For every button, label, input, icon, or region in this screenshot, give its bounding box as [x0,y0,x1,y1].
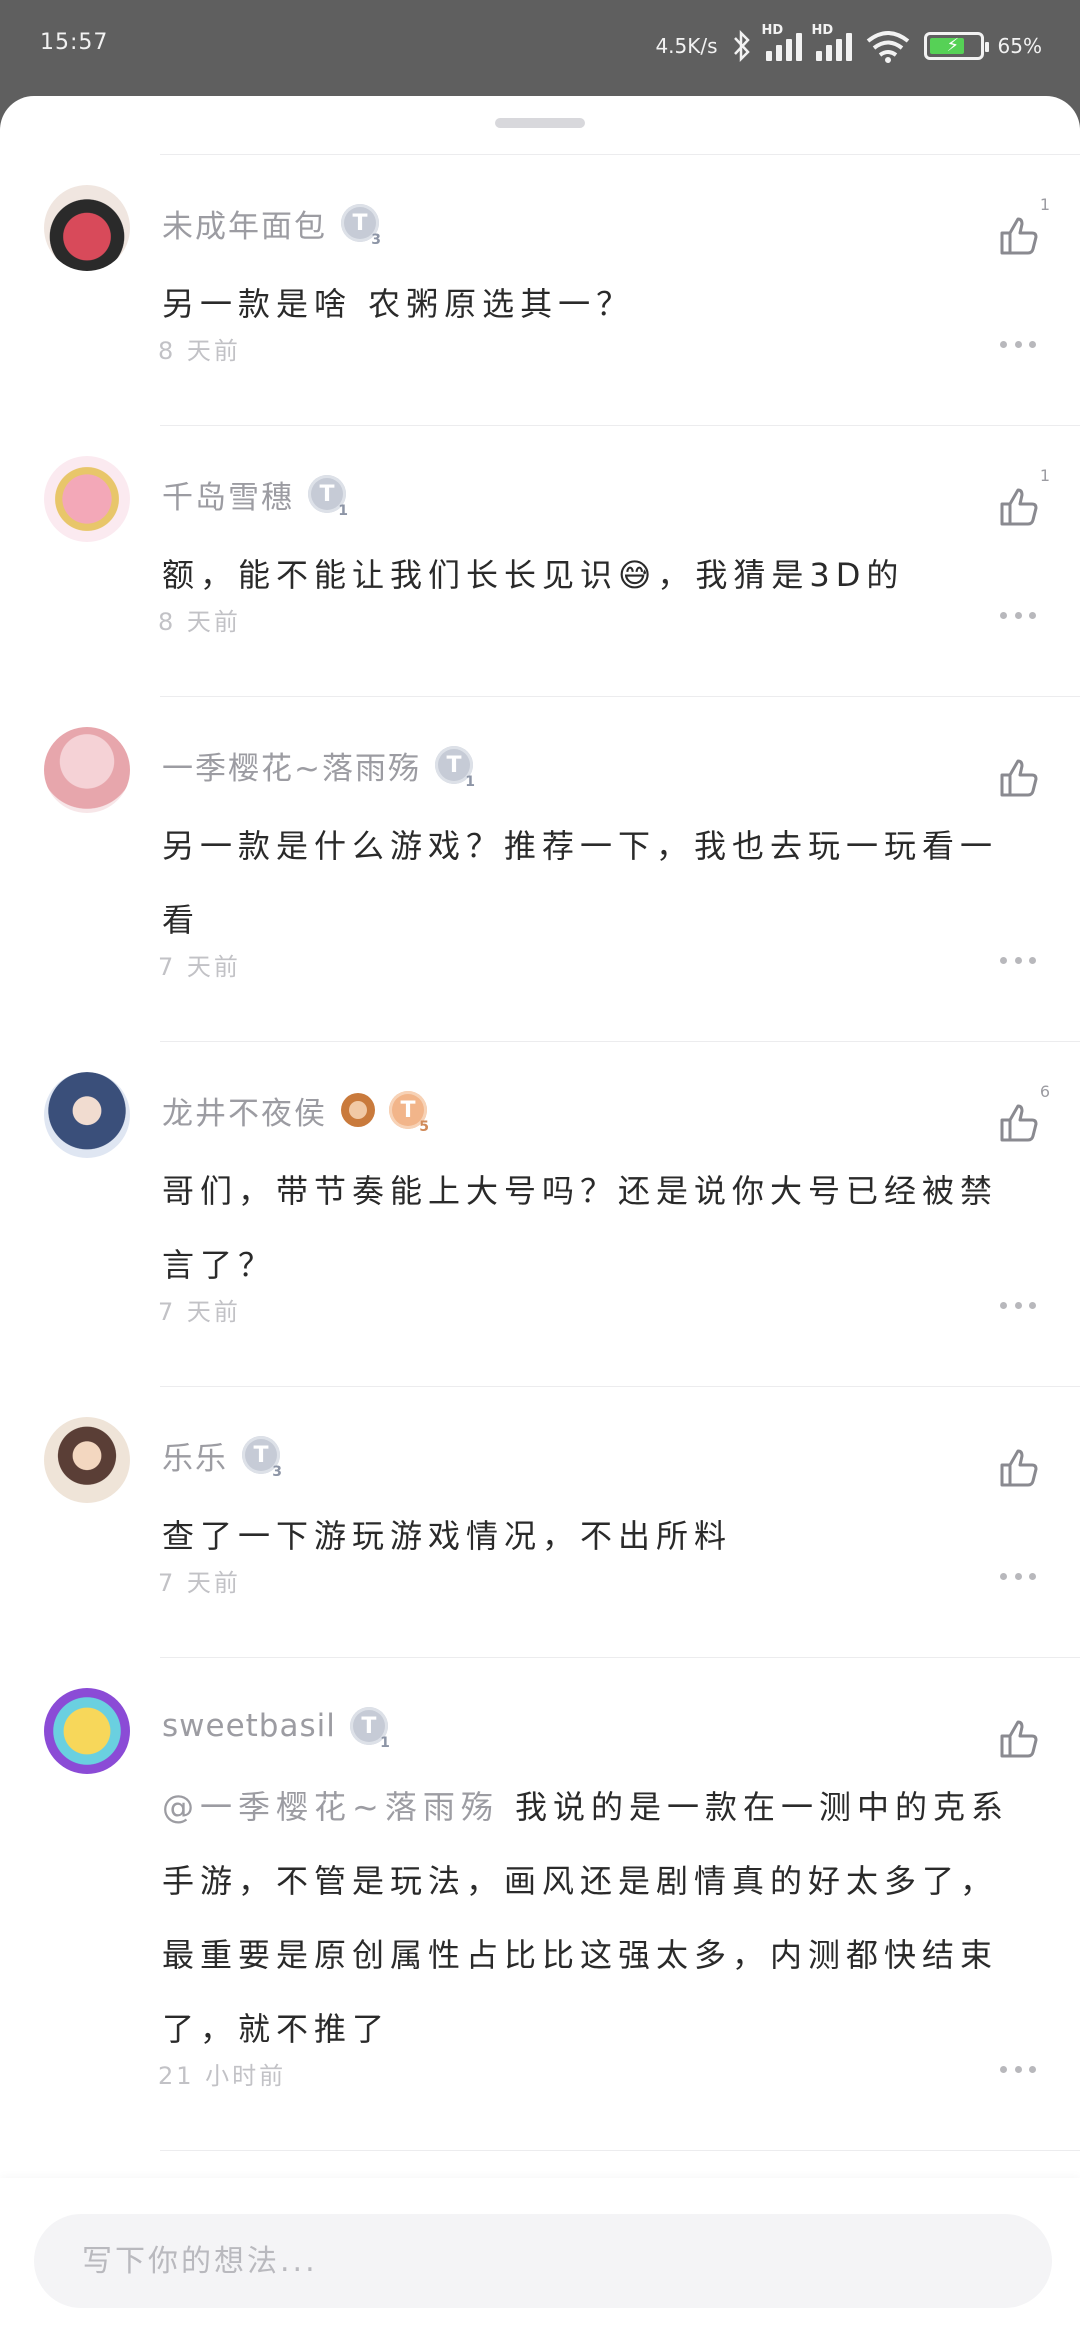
like-count: 1 [1039,466,1050,485]
battery-icon: ⚡ [923,32,989,60]
comment-item: sweetbasil T1 @一季樱花~落雨殇 我说的是一款在一测中的克系手游，… [0,1658,1080,2150]
comment-input[interactable] [34,2214,1052,2308]
comment-item: 龙井不夜侯 T5 哥们，带节奏能上大号吗？还是说你大号已经被禁言了？ 7 天前 … [0,1042,1080,1386]
avatar[interactable] [44,456,130,542]
comment-item: 未成年面包 T3 另一款是啥 农粥原选其一？ 8 天前 1 [0,155,1080,425]
comment-text: 额，能不能让我们长长见识😅，我猜是3D的 [162,556,905,594]
comment-username[interactable]: 千岛雪穗 [162,472,294,517]
signal-icon-2: HD [812,23,852,61]
divider [160,2150,1080,2151]
comment-username[interactable]: 乐乐 [162,1433,228,1478]
like-icon[interactable] [996,1098,1044,1146]
comment-item: 一季樱花~落雨殇 T1 另一款是什么游戏？推荐一下，我也去玩一玩看一看 7 天前 [0,697,1080,1041]
comment-time: 7 天前 [158,1298,241,1326]
comment-username[interactable]: 未成年面包 [162,201,327,246]
more-options-icon[interactable] [1000,612,1036,620]
comment-text: 哥们，带节奏能上大号吗？还是说你大号已经被禁言了？ [162,1172,999,1284]
like-count: 6 [1039,1082,1050,1101]
like-count: 1 [1039,195,1050,214]
battery-percent: 65% [997,34,1042,58]
status-time: 15:57 [40,30,109,55]
like-icon[interactable] [996,753,1044,801]
comment-item: 乐乐 T3 查了一下游玩游戏情况，不出所料 7 天前 [0,1387,1080,1657]
comment-time: 7 天前 [158,953,241,981]
level-badge: T3 [341,204,381,248]
comment-time: 8 天前 [158,608,241,636]
comment-time: 8 天前 [158,337,241,365]
network-speed: 4.5K/s [655,34,718,58]
avatar[interactable] [44,1417,130,1503]
like-icon[interactable] [996,482,1044,530]
decoration-avatar-icon [341,1093,375,1127]
comment-text: 另一款是啥 农粥原选其一？ [162,285,635,323]
avatar[interactable] [44,1072,130,1158]
avatar[interactable] [44,727,130,813]
comment-list: 未成年面包 T3 另一款是啥 农粥原选其一？ 8 天前 1 千岛雪穗 T1 额，… [0,154,1080,2151]
avatar[interactable] [44,1688,130,1774]
more-options-icon[interactable] [1000,1573,1036,1581]
level-badge: T5 [389,1091,429,1135]
more-options-icon[interactable] [1000,341,1036,349]
comments-sheet: 未成年面包 T3 另一款是啥 农粥原选其一？ 8 天前 1 千岛雪穗 T1 额，… [0,96,1080,2340]
like-icon[interactable] [996,1443,1044,1491]
comment-text: 另一款是什么游戏？推荐一下，我也去玩一玩看一看 [162,827,999,939]
comment-username[interactable]: 龙井不夜侯 [162,1088,327,1133]
status-icons: 4.5K/s HD HD ⚡ 65% [655,23,1042,66]
comment-input-bar [0,2178,1080,2340]
level-badge: T1 [308,475,348,519]
comment-time: 21 小时前 [158,2062,287,2090]
like-icon[interactable] [996,1714,1044,1762]
wifi-icon [866,31,909,63]
level-badge: T3 [242,1436,282,1480]
more-options-icon[interactable] [1000,1302,1036,1310]
comment-text: @一季樱花~落雨殇 我说的是一款在一测中的克系手游，不管是玩法，画风还是剧情真的… [162,1788,1010,2048]
avatar[interactable] [44,185,130,271]
mention-link[interactable]: @一季樱花~落雨殇 [162,1788,499,1826]
comment-username[interactable]: 一季樱花~落雨殇 [162,743,421,788]
comment-time: 7 天前 [158,1569,241,1597]
sheet-drag-handle[interactable] [495,118,585,128]
signal-icon: HD [762,23,802,61]
more-options-icon[interactable] [1000,2066,1036,2074]
more-options-icon[interactable] [1000,957,1036,965]
bluetooth-icon [733,30,750,62]
level-badge: T1 [349,1707,390,1751]
comment-item: 千岛雪穗 T1 额，能不能让我们长长见识😅，我猜是3D的 8 天前 1 [0,426,1080,696]
comment-username[interactable]: sweetbasil [162,1708,336,1744]
level-badge: T1 [434,746,475,790]
like-icon[interactable] [996,211,1044,259]
comment-text: 查了一下游玩游戏情况，不出所料 [162,1517,733,1555]
status-bar: 15:57 4.5K/s HD HD ⚡ 65% [0,0,1080,96]
